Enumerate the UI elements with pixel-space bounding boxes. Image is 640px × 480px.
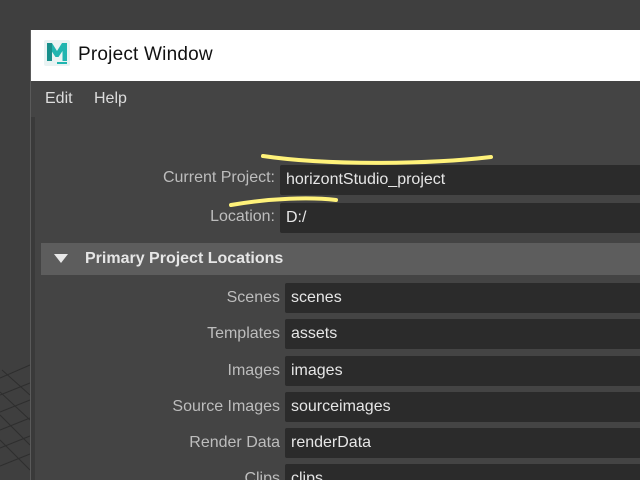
source-images-label: Source Images	[172, 398, 280, 415]
expand-arrow-icon[interactable]	[54, 254, 68, 263]
current-project-field[interactable]: horizontStudio_project	[280, 165, 640, 195]
templates-label: Templates	[207, 325, 280, 342]
project-window: Project Window Edit Help Current Project…	[30, 30, 640, 480]
render-data-label: Render Data	[189, 434, 280, 451]
location-label: Location:	[210, 208, 275, 225]
panel-left-edge	[31, 117, 35, 480]
images-label: Images	[227, 362, 280, 379]
menu-bar: Edit Help	[31, 81, 640, 117]
scenes-label: Scenes	[226, 289, 280, 306]
location-field[interactable]: D:/	[280, 203, 640, 233]
title-bar[interactable]: Project Window	[31, 30, 640, 81]
templates-field[interactable]: assets	[285, 319, 640, 349]
project-settings-panel: Current Project: horizontStudio_project …	[31, 117, 640, 480]
clips-label: Clips	[244, 470, 280, 480]
menu-help[interactable]: Help	[94, 90, 127, 108]
images-field[interactable]: images	[285, 356, 640, 386]
window-title: Project Window	[78, 44, 213, 65]
source-images-field[interactable]: sourceimages	[285, 392, 640, 422]
menu-edit[interactable]: Edit	[45, 90, 73, 108]
render-data-field[interactable]: renderData	[285, 428, 640, 458]
section-title: Primary Project Locations	[85, 250, 284, 267]
current-project-label: Current Project:	[162, 169, 275, 186]
primary-project-locations-header[interactable]: Primary Project Locations	[41, 243, 640, 275]
maya-logo-icon	[44, 40, 70, 66]
scenes-field[interactable]: scenes	[285, 283, 640, 313]
clips-field[interactable]: clips	[285, 464, 640, 480]
